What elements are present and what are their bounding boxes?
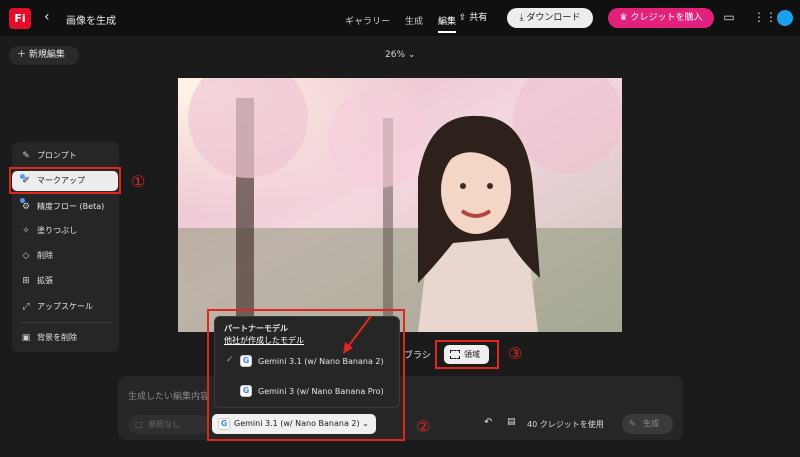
buy-credits-label: クレジットを購入 (630, 13, 703, 23)
tool-fill[interactable]: ✧ 塗りつぶし (12, 221, 119, 241)
canvas-image[interactable] (178, 78, 622, 332)
undo-icon[interactable]: ↶ (484, 417, 492, 428)
divider (20, 322, 112, 323)
back-chevron-icon[interactable]: ‹ (44, 9, 50, 25)
tool-flow-label: 精度フロー (Beta) (37, 202, 105, 211)
new-edit-label: 新規編集 (28, 50, 65, 60)
remove-bg-icon: ▣ (21, 333, 31, 343)
tool-precision-flow[interactable]: ⚙ 精度フロー (Beta) (12, 197, 119, 217)
share-icon: ⇪ (458, 13, 470, 23)
annotation-box-3 (435, 340, 499, 369)
expand-icon: ⊞ (22, 276, 30, 286)
page-title: 画像を生成 (66, 16, 116, 27)
download-button[interactable]: ⤓ ダウンロード (507, 8, 593, 28)
fill-icon: ✧ (22, 226, 30, 236)
app-window: Fi ‹ 画像を生成 ギャラリー 生成 編集 ⇪ 共有 ⤓ ダウンロード ♛ ク… (0, 0, 800, 457)
reference-label: 参照なし (148, 420, 180, 429)
annotation-number-3: ③ (508, 344, 523, 363)
avatar[interactable] (777, 10, 793, 26)
photo-woman-cherry-blossoms (178, 78, 622, 332)
tool-remove[interactable]: ◇ 削除 (12, 246, 119, 266)
tab-generate[interactable]: 生成 (405, 14, 423, 27)
annotation-number-1: ① (131, 172, 146, 191)
tool-prompt-label: プロンプト (37, 151, 77, 160)
plus-icon: ＋ (17, 50, 29, 60)
flow-icon: ⚙ (21, 202, 31, 212)
brush-button[interactable]: ブラシ (404, 348, 431, 361)
chevron-down-icon: ⌄ (405, 50, 416, 60)
tool-upscale-label: アップスケール (37, 302, 93, 311)
generate-label: 生成 (643, 419, 659, 428)
tool-prompt[interactable]: ✎ プロンプト (12, 146, 119, 166)
credit-cost: 40 クレジットを使用 (527, 420, 604, 429)
new-edit-button[interactable]: ＋ 新規編集 (9, 46, 79, 65)
generate-button[interactable]: ✎ 生成 (622, 414, 673, 434)
tool-expand-label: 拡張 (37, 276, 53, 285)
share-label: 共有 (469, 13, 488, 23)
eraser-icon: ◇ (22, 251, 30, 261)
annotation-number-2: ② (416, 417, 431, 436)
top-bar: Fi ‹ 画像を生成 ギャラリー 生成 編集 ⇪ 共有 ⤓ ダウンロード ♛ ク… (0, 0, 800, 36)
tool-upscale[interactable]: ⤢ アップスケール (12, 297, 119, 317)
apps-grid-icon[interactable]: ⋮⋮ (753, 10, 777, 24)
download-label: ダウンロード (526, 13, 581, 23)
upscale-icon: ⤢ (22, 302, 30, 312)
annotation-box-1 (9, 167, 121, 194)
annotation-box-2 (207, 309, 405, 441)
buy-credits-button[interactable]: ♛ クレジットを購入 (608, 8, 714, 28)
tool-remove-label: 削除 (37, 251, 53, 260)
tool-remove-background[interactable]: ▣ 背景を削除 (12, 328, 119, 348)
generate-icon: ✎ (629, 419, 636, 428)
prompt-icon: ✎ (22, 151, 30, 161)
zoom-dropdown[interactable]: 26% ⌄ (385, 50, 415, 60)
tool-remove-bg-label: 背景を削除 (37, 333, 77, 342)
reference-button[interactable]: ▢ 参照なし (128, 415, 210, 434)
share-button[interactable]: ⇪ 共有 (447, 8, 499, 28)
tab-gallery[interactable]: ギャラリー (345, 14, 390, 27)
app-logo[interactable]: Fi (9, 8, 31, 29)
zoom-value: 26% (385, 50, 406, 60)
reference-icon: ▢ (135, 420, 143, 429)
prompt-input[interactable]: 生成したい編集内容 (128, 389, 209, 402)
crown-icon: ♛ (619, 13, 631, 23)
feedback-icon[interactable]: ▭ (722, 10, 736, 24)
tool-expand[interactable]: ⊞ 拡張 (12, 271, 119, 291)
credits-icon: ▤ (507, 417, 516, 427)
tool-fill-label: 塗りつぶし (37, 226, 78, 235)
